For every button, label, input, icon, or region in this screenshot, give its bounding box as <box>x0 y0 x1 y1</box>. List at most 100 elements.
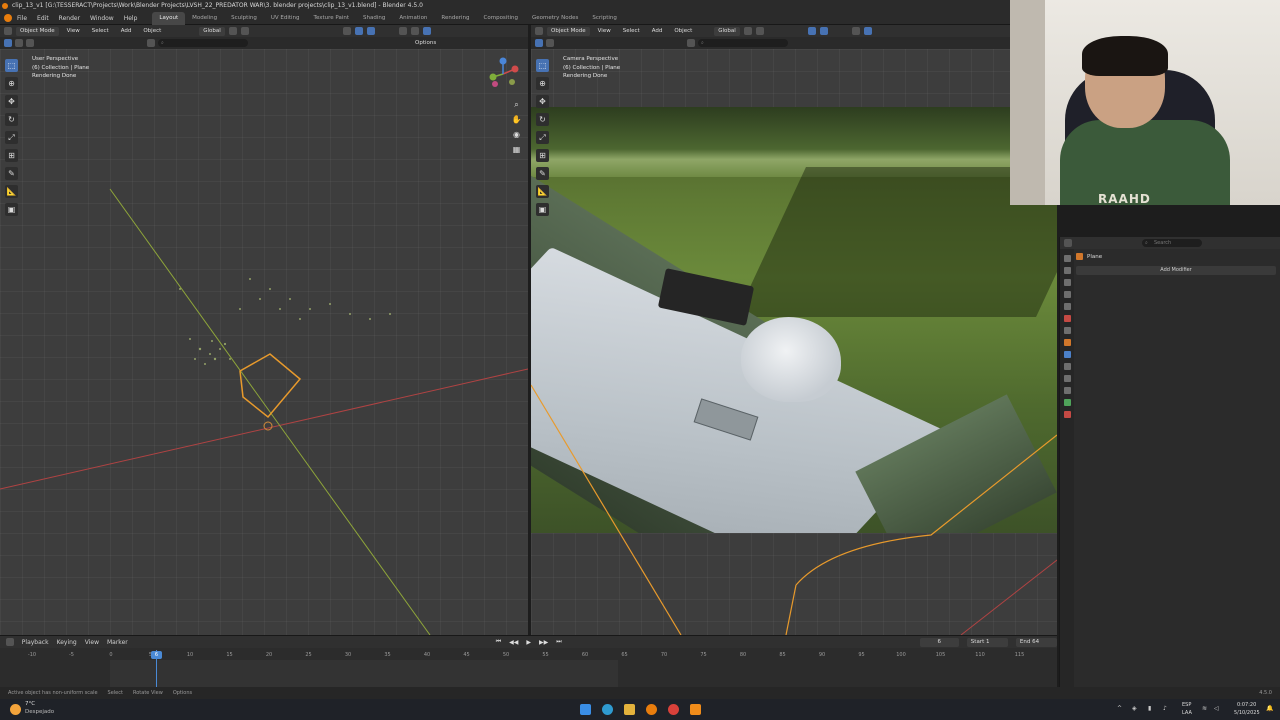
tool-tab-icon[interactable] <box>1063 255 1071 262</box>
clock-date[interactable]: 5/10/2025 <box>1234 710 1260 716</box>
jump-end-icon[interactable]: ⏭ <box>556 638 561 646</box>
mode-dropdown[interactable]: Object Mode <box>16 26 59 36</box>
tray-chevron-icon[interactable]: ^ <box>1117 705 1122 712</box>
timeline-ruler[interactable]: -10-505101520253035404550556065707580859… <box>0 650 1057 688</box>
tray-app-icon[interactable]: ◈ <box>1132 705 1137 712</box>
snap-icon[interactable] <box>240 27 249 35</box>
navigation-gizmo[interactable] <box>486 57 520 91</box>
view-layer-tab-icon[interactable] <box>1063 291 1071 298</box>
start-frame-field[interactable]: Start 1 <box>966 637 1008 647</box>
tray-usb-icon[interactable]: ▮ <box>1148 705 1151 712</box>
menu-select[interactable]: Select <box>88 27 113 36</box>
collection-tab-icon[interactable] <box>1063 327 1071 334</box>
filter-icon[interactable] <box>147 39 155 47</box>
zoom-icon[interactable]: ⌕ <box>511 99 522 110</box>
visibility-icon[interactable] <box>342 27 351 35</box>
editor-type-icon[interactable] <box>4 27 12 35</box>
tab-shading[interactable]: Shading <box>356 12 392 25</box>
rotate-tool-icon[interactable]: ↻ <box>5 113 18 126</box>
add-cube-tool-icon[interactable]: ▣ <box>536 203 549 216</box>
clock-time[interactable]: 0:07:20 <box>1237 702 1256 708</box>
vlc-icon[interactable] <box>690 704 701 715</box>
add-modifier-button[interactable]: Add Modifier <box>1076 266 1276 275</box>
output-tab-icon[interactable] <box>1063 279 1071 286</box>
blender-taskbar-icon[interactable] <box>646 704 657 715</box>
properties-search-field[interactable]: ⌕ Search <box>1142 239 1202 247</box>
pan-hand-icon[interactable]: ✋ <box>511 114 522 125</box>
add-cube-tool-icon[interactable]: ▣ <box>5 203 18 216</box>
shading-wireframe-icon[interactable] <box>398 27 407 35</box>
gizmo-icon[interactable] <box>354 27 363 35</box>
transform-tool-icon[interactable]: ⊞ <box>536 149 549 162</box>
tab-sculpting[interactable]: Sculpting <box>224 12 264 25</box>
selected-object-outline[interactable] <box>239 353 302 419</box>
tab-scripting[interactable]: Scripting <box>585 12 623 25</box>
scale-tool-icon[interactable]: ⤢ <box>536 131 549 144</box>
particles-tab-icon[interactable] <box>1063 363 1071 370</box>
select-tool-icon[interactable]: ⬚ <box>536 59 549 72</box>
menu-render[interactable]: Render <box>54 12 85 25</box>
mic-icon[interactable]: ♪ <box>1163 705 1167 712</box>
menu-view[interactable]: View <box>85 639 99 646</box>
constraints-tab-icon[interactable] <box>1063 387 1071 394</box>
menu-marker[interactable]: Marker <box>107 639 128 646</box>
annotate-tool-icon[interactable]: ✎ <box>536 167 549 180</box>
scale-tool-icon[interactable]: ⤢ <box>5 131 18 144</box>
modifier-tab-icon[interactable] <box>1063 351 1071 358</box>
edge-browser-icon[interactable] <box>602 704 613 715</box>
end-frame-field[interactable]: End 64 <box>1015 637 1058 647</box>
tab-animation[interactable]: Animation <box>392 12 434 25</box>
step-forward-icon[interactable]: ▶▶ <box>539 639 548 646</box>
menu-help[interactable]: Help <box>119 12 143 25</box>
physics-tab-icon[interactable] <box>1063 375 1071 382</box>
move-tool-icon[interactable]: ✥ <box>5 95 18 108</box>
grid-toggle-icon[interactable]: ▦ <box>511 144 522 155</box>
pivot-icon[interactable] <box>228 27 237 35</box>
viewport-left[interactable]: Object Mode View Select Add Object Globa… <box>0 25 528 635</box>
rotate-tool-icon[interactable]: ↻ <box>536 113 549 126</box>
world-tab-icon[interactable] <box>1063 315 1071 322</box>
menu-file[interactable]: File <box>12 12 32 25</box>
keyboard-layout[interactable]: LAA <box>1182 710 1192 716</box>
outliner-search-field[interactable]: ⌕ <box>158 39 248 47</box>
menu-edit[interactable]: Edit <box>32 12 54 25</box>
object-tab-icon[interactable] <box>1063 339 1071 346</box>
menu-object[interactable]: Object <box>139 27 165 36</box>
menu-window[interactable]: Window <box>85 12 119 25</box>
wifi-icon[interactable]: ≋ <box>1202 705 1207 712</box>
options-dropdown[interactable]: Options <box>411 39 440 48</box>
overlay-icon[interactable] <box>366 27 375 35</box>
menu-playback[interactable]: Playback <box>22 639 49 646</box>
transform-tool-icon[interactable]: ⊞ <box>5 149 18 162</box>
measure-tool-icon[interactable]: 📐 <box>5 185 18 198</box>
cursor-tool-icon[interactable]: ⊕ <box>5 77 18 90</box>
tab-modeling[interactable]: Modeling <box>185 12 224 25</box>
orientation-dropdown[interactable]: Global <box>199 26 225 36</box>
notifications-icon[interactable]: 🔔 <box>1266 705 1273 712</box>
tab-layout[interactable]: Layout <box>152 11 186 25</box>
weather-icon[interactable] <box>10 704 21 715</box>
menu-view[interactable]: View <box>63 27 84 36</box>
play-icon[interactable]: ▶ <box>526 639 531 646</box>
select-tool-icon[interactable]: ⬚ <box>5 59 18 72</box>
file-explorer-icon[interactable] <box>624 704 635 715</box>
tab-texture-paint[interactable]: Texture Paint <box>307 12 357 25</box>
3d-cursor-icon[interactable] <box>263 421 273 431</box>
editor-type-icon[interactable] <box>1064 239 1072 247</box>
playhead-frame-badge[interactable]: 6 <box>151 651 162 659</box>
move-tool-icon[interactable]: ✥ <box>536 95 549 108</box>
shading-rendered-icon[interactable] <box>422 27 431 35</box>
cursor-tool-icon[interactable]: ⊕ <box>536 77 549 90</box>
viewport-right[interactable]: Object Mode View Select Add Object Globa… <box>531 25 1057 635</box>
render-tab-icon[interactable] <box>1063 267 1071 274</box>
editor-type-icon[interactable] <box>6 638 14 646</box>
material-tab-icon[interactable] <box>1063 411 1071 418</box>
shading-solid-icon[interactable] <box>410 27 419 35</box>
camera-view-icon[interactable]: ◉ <box>511 129 522 140</box>
tab-rendering[interactable]: Rendering <box>434 12 476 25</box>
tab-compositing[interactable]: Compositing <box>477 12 525 25</box>
select-extend-icon[interactable] <box>15 39 23 47</box>
select-mode-icon[interactable] <box>4 39 12 47</box>
windows-start-icon[interactable] <box>580 704 591 715</box>
tab-uv-editing[interactable]: UV Editing <box>264 12 307 25</box>
